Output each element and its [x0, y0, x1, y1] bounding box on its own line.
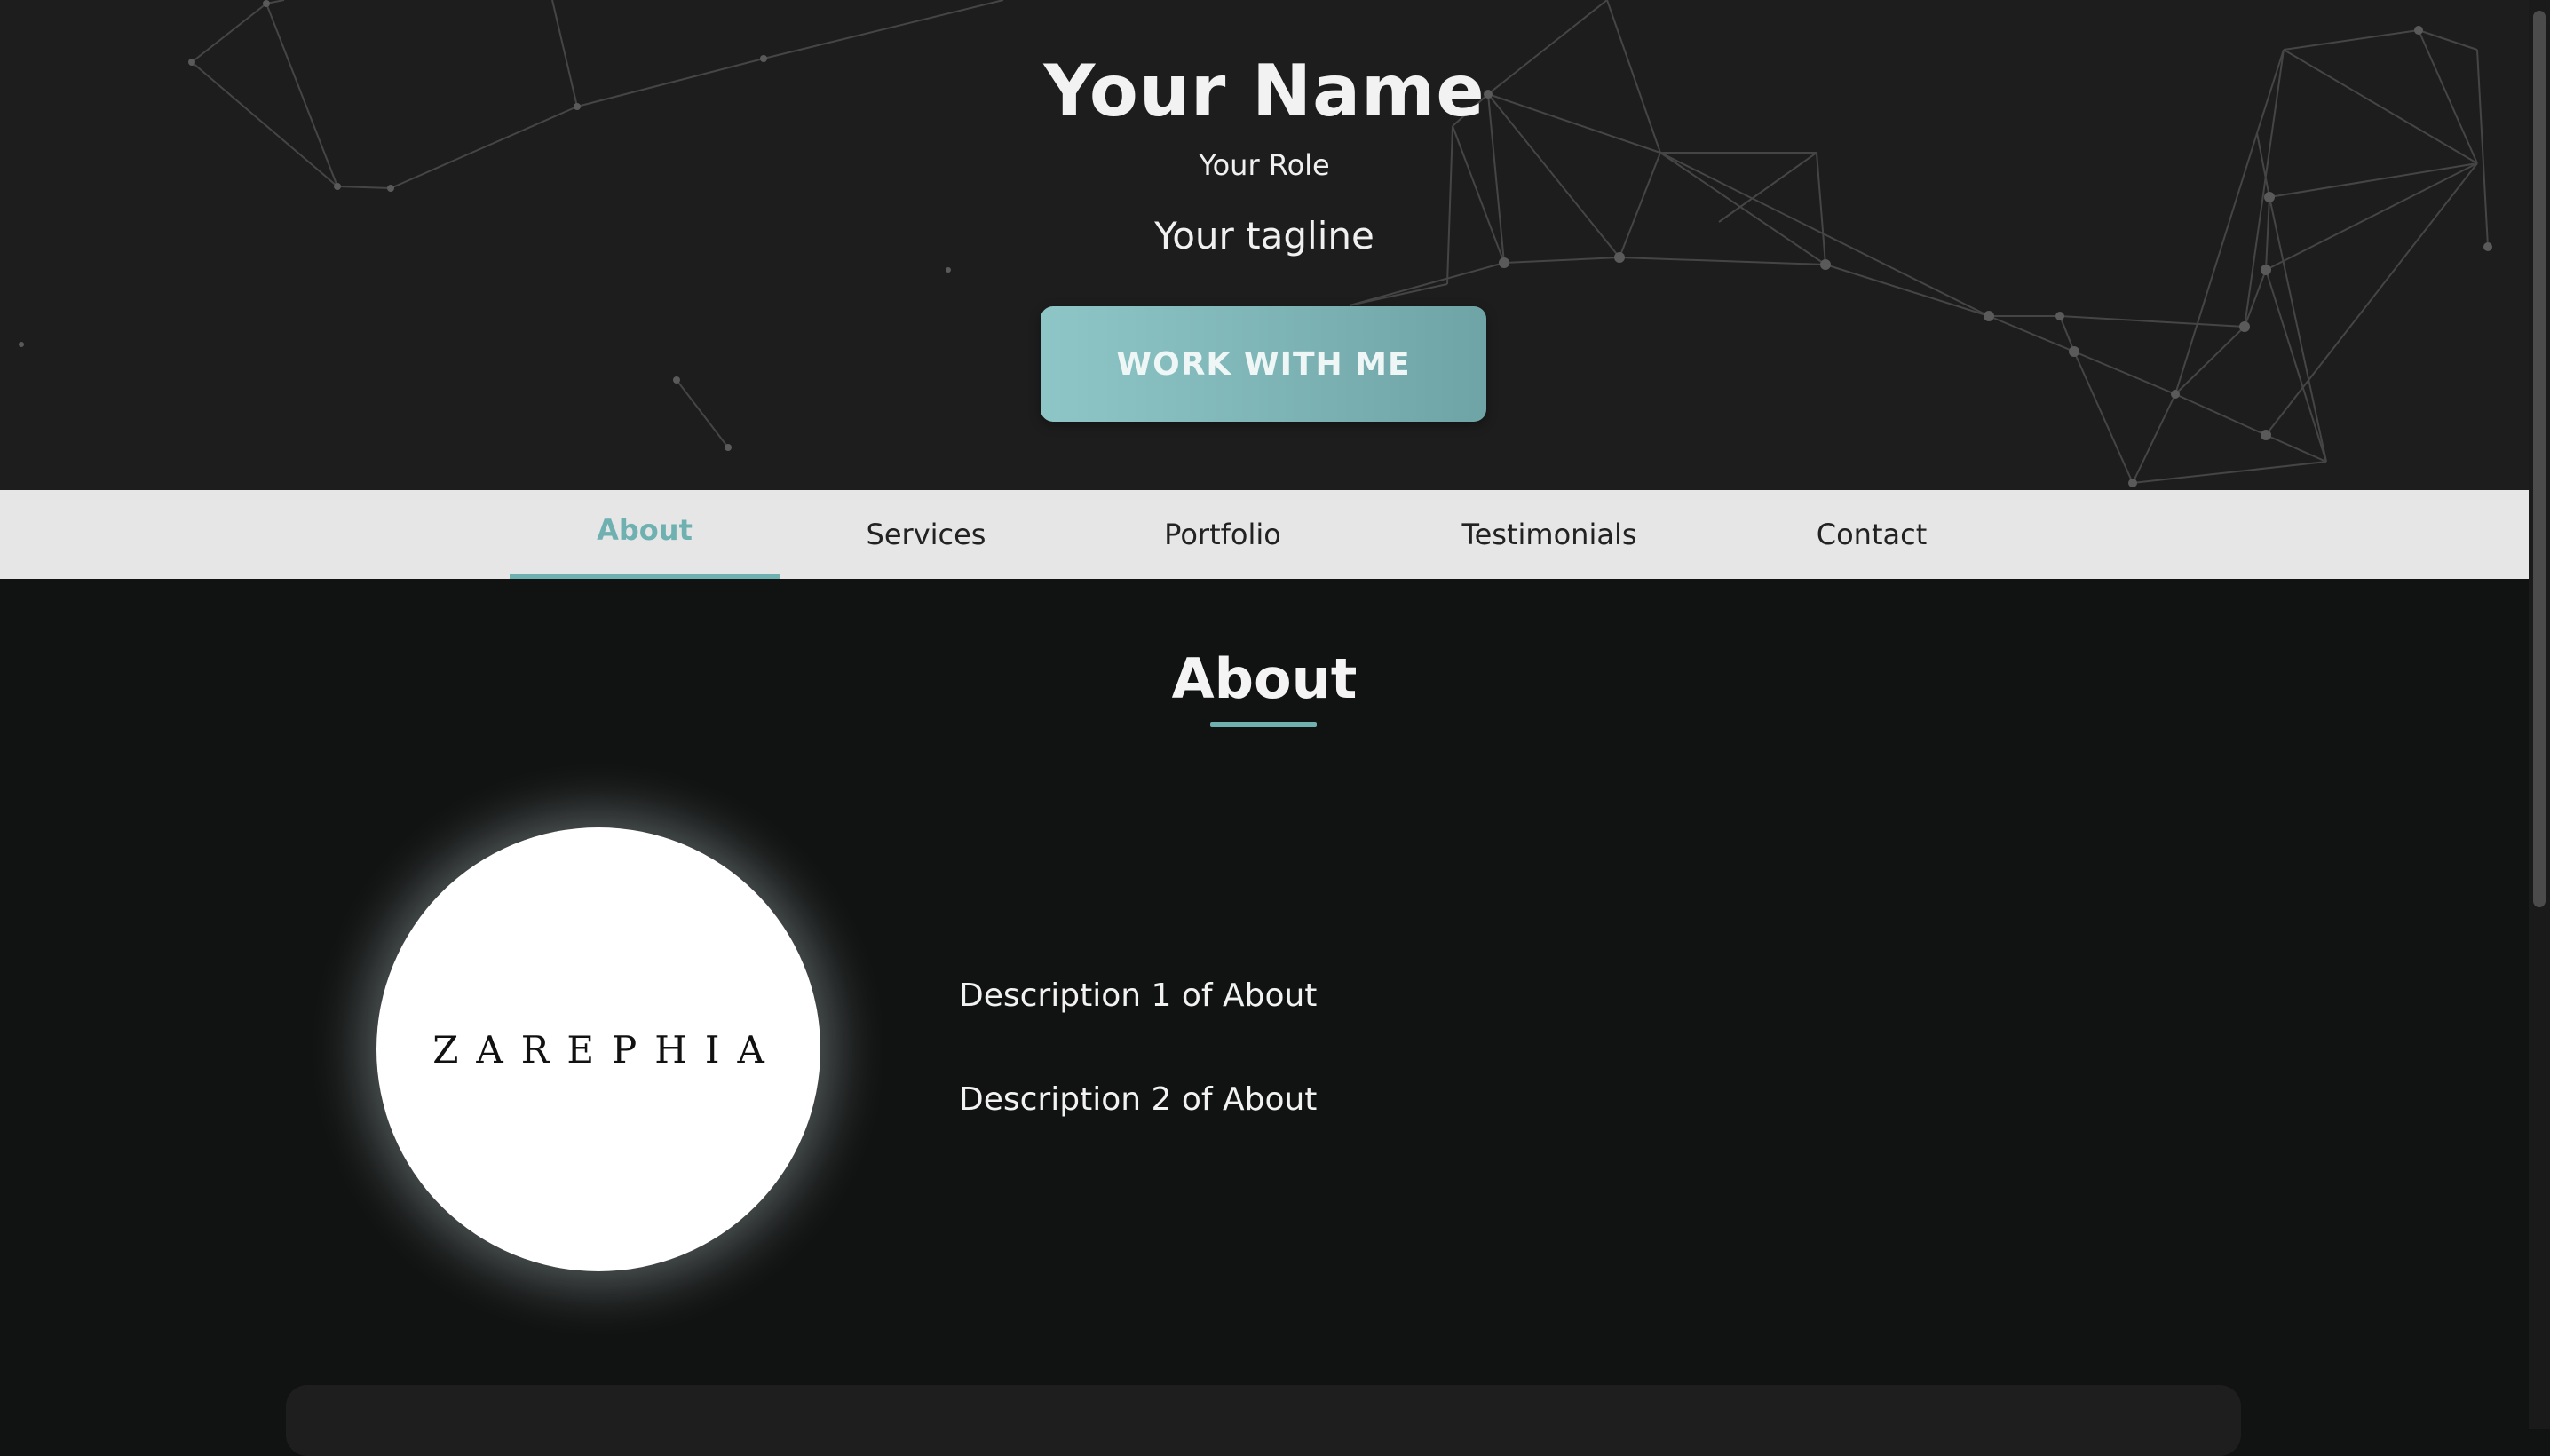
hero-tagline: Your tagline	[1154, 214, 1374, 257]
nav-item-services[interactable]: Services	[840, 490, 1012, 579]
about-description-2: Description 2 of About	[959, 1081, 1318, 1118]
about-description-1: Description 1 of About	[959, 977, 1318, 1014]
nav-item-portfolio[interactable]: Portfolio	[1140, 490, 1305, 579]
nav-item-label: Services	[866, 518, 986, 551]
heading-underline	[1210, 722, 1317, 727]
about-heading: About	[1171, 646, 1358, 711]
nav-item-testimonials[interactable]: Testimonials	[1438, 490, 1660, 579]
hero-section: Your Name Your Role Your tagline WORK WI…	[0, 0, 2529, 490]
nav-item-contact[interactable]: Contact	[1794, 490, 1950, 579]
hero-role: Your Role	[1199, 148, 1330, 182]
scrollbar-thumb[interactable]	[2533, 11, 2546, 907]
nav-item-label: About	[597, 513, 693, 547]
work-with-me-button[interactable]: WORK WITH ME	[1041, 306, 1486, 422]
nav-item-about[interactable]: About	[510, 490, 780, 579]
nav-item-label: Contact	[1816, 518, 1928, 551]
profile-logo: ZAREPHIA	[376, 827, 820, 1271]
next-section-card	[286, 1385, 2241, 1456]
section-nav: About Services Portfolio Testimonials Co…	[0, 490, 2529, 579]
hero-name: Your Name	[1043, 50, 1485, 132]
logo-wordmark: ZAREPHIA	[432, 1027, 782, 1072]
nav-item-label: Testimonials	[1461, 518, 1637, 551]
nav-item-label: Portfolio	[1164, 518, 1281, 551]
